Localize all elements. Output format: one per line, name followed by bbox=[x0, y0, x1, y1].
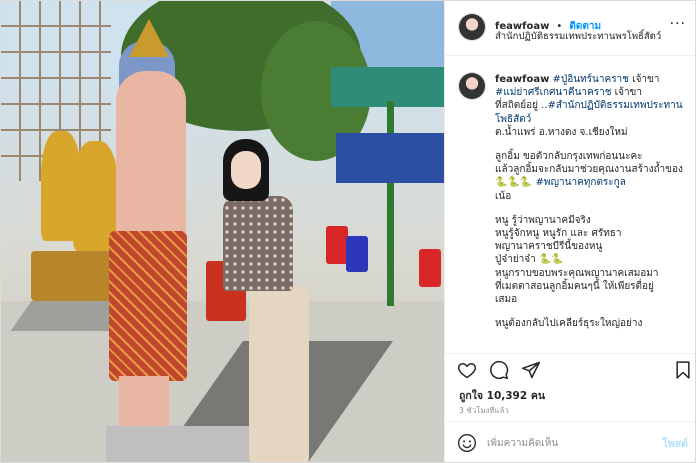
post-comment-button[interactable]: โพสต์ bbox=[662, 435, 688, 452]
caption-text: หนูกราบขอบพระคุณพญานาคเสมอมา ที่เมตตาสอน… bbox=[495, 267, 659, 306]
post-actions: ถูกใจ 10,392 คน 3 ชั่วโมงที่แล้ว bbox=[445, 353, 695, 418]
caption-avatar[interactable] bbox=[459, 73, 485, 99]
comment-input[interactable] bbox=[487, 435, 647, 451]
post-timestamp: 3 ชั่วโมงที่แล้ว bbox=[459, 406, 509, 415]
smiley-icon[interactable] bbox=[457, 433, 477, 453]
post-sidebar: feawfoaw • ติดตาม สำนักปฏิบัติธรรมเทพประ… bbox=[444, 1, 695, 462]
post-location[interactable]: สำนักปฏิบัติธรรมเทพประทานพรโพธิ์สัตว์ bbox=[495, 29, 661, 44]
caption-hashtag[interactable]: #พญานาคทุกตระกูล bbox=[536, 177, 626, 188]
caption-text: เจ้าขา bbox=[628, 74, 660, 85]
photo-woman-face bbox=[231, 151, 261, 189]
more-options-icon[interactable]: ··· bbox=[670, 16, 686, 32]
caption-paragraph: ลูกอิ้ม ขอตัวกลับกรุงเทพก่อนนะคะ แล้วลูก… bbox=[495, 150, 691, 203]
post-caption: feawfoaw #ปู่อินทร์นาคราช เจ้าขา #แม่ย่า… bbox=[495, 73, 691, 353]
photo-chair bbox=[326, 226, 348, 264]
photo-chair bbox=[419, 249, 441, 287]
caption-text: ลูกอิ้ม ขอตัวกลับกรุงเทพก่อนนะคะ แล้วลูก… bbox=[495, 151, 683, 176]
caption-text: เน้อ bbox=[495, 190, 512, 202]
post-photo[interactable] bbox=[1, 1, 444, 462]
caption-text: ต.น้ำแพร่ อ.หางดง จ.เชียงใหม่ bbox=[495, 126, 628, 138]
heart-icon[interactable] bbox=[457, 360, 477, 380]
bookmark-icon[interactable] bbox=[673, 360, 693, 380]
photo-banner bbox=[336, 133, 444, 183]
caption-fade bbox=[495, 339, 691, 353]
photo-gold-base bbox=[31, 251, 111, 301]
caption-hashtag[interactable]: #ปู่อินทร์นาคราช bbox=[553, 74, 629, 85]
comment-bar: โพสต์ bbox=[445, 421, 695, 462]
photo-woman-shirt bbox=[223, 196, 293, 291]
caption-hashtag[interactable]: #แม่ย่าศรีเกศนาคีนาคราช bbox=[495, 87, 611, 98]
caption-text: เจ้าขา bbox=[611, 87, 643, 99]
photo-chair bbox=[346, 236, 368, 272]
snake-emoji: 🐍🐍🐍 bbox=[495, 177, 533, 189]
paper-plane-icon[interactable] bbox=[521, 360, 541, 380]
caption-username[interactable]: feawfoaw bbox=[495, 74, 549, 85]
photo-pole bbox=[387, 101, 394, 306]
caption-paragraph: หนูต้องกลับไปเคลียร์ธุระใหญ่อย่าง bbox=[495, 317, 691, 330]
instagram-post-window: feawfoaw • ติดตาม สำนักปฏิบัติธรรมเทพประ… bbox=[0, 0, 696, 463]
comment-bubble-icon[interactable] bbox=[489, 360, 509, 380]
photo-statue-skirt bbox=[109, 231, 187, 381]
author-avatar[interactable] bbox=[459, 14, 485, 40]
snake-emoji: 🐍🐍 bbox=[538, 254, 564, 266]
likes-count[interactable]: ถูกใจ 10,392 คน bbox=[459, 387, 545, 404]
caption-intro: feawfoaw #ปู่อินทร์นาคราช เจ้าขา #แม่ย่า… bbox=[495, 73, 691, 139]
photo-statue-base bbox=[106, 426, 251, 462]
photo-woman-pants bbox=[249, 286, 309, 462]
post-header: feawfoaw • ติดตาม สำนักปฏิบัติธรรมเทพประ… bbox=[445, 1, 695, 56]
caption-text: ที่สถิตย์อยู่ .. bbox=[495, 100, 548, 112]
caption-text: หนูต้องกลับไปเคลียร์ธุระใหญ่อย่าง bbox=[495, 318, 643, 330]
caption-paragraph: หนู รู้ว่าพญานาคมีจริง หนูรู้จักหนู หนูร… bbox=[495, 214, 691, 306]
